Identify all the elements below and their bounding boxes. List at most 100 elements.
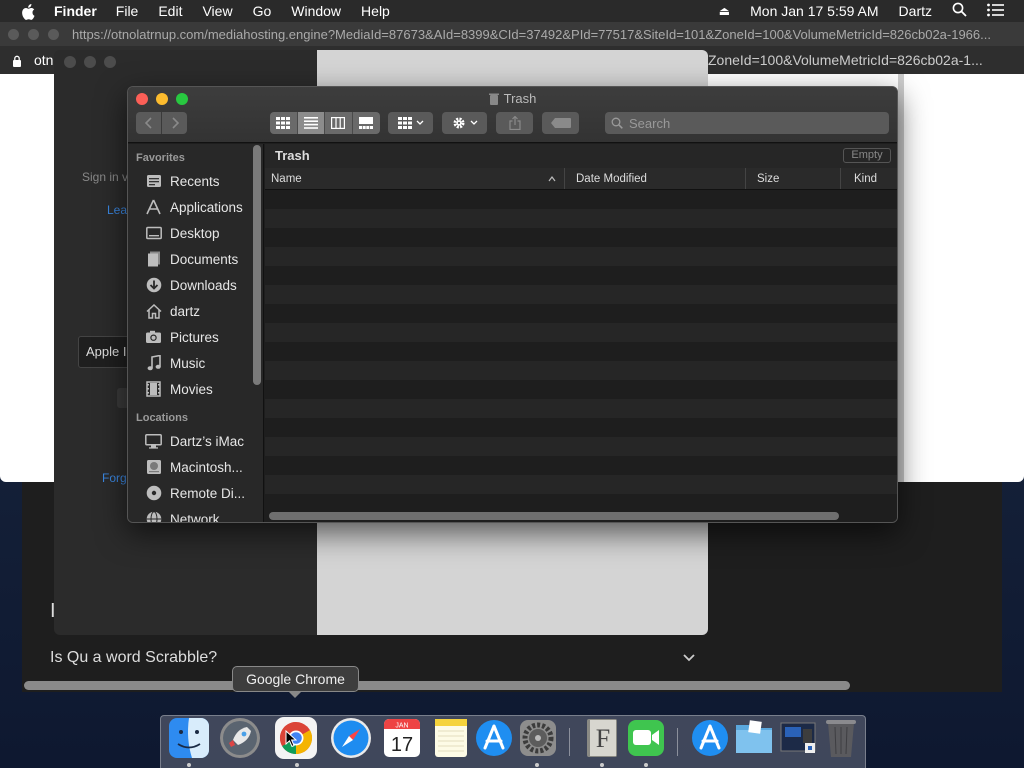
window-title: Trash <box>128 91 897 106</box>
sidebar-item-music[interactable]: Music <box>128 350 263 376</box>
dock-item-safari[interactable] <box>329 716 373 760</box>
back-button[interactable] <box>136 112 161 134</box>
empty-row <box>265 342 897 361</box>
tags-button[interactable] <box>542 112 579 134</box>
spotlight-search-icon[interactable] <box>952 2 967 20</box>
forgot-link[interactable]: Forg <box>102 471 127 485</box>
learn-more-link[interactable]: Lea <box>107 203 127 217</box>
safari-icon <box>331 718 371 758</box>
icon-view-button[interactable] <box>270 112 298 134</box>
downloads-icon <box>145 277 162 294</box>
sidebar-item-macintosh-hd[interactable]: Macintosh... <box>128 454 263 480</box>
dock-item-system-preferences[interactable] <box>516 716 560 760</box>
user-menu[interactable]: Dartz <box>899 3 932 19</box>
empty-row <box>265 323 897 342</box>
eject-icon[interactable]: ⏏ <box>719 4 730 18</box>
sidebar-item-label: Recents <box>170 173 220 189</box>
empty-row <box>265 437 897 456</box>
column-name-header[interactable]: Name <box>265 168 565 189</box>
action-menu-button[interactable] <box>442 112 487 134</box>
dock-item-finder[interactable] <box>167 716 211 760</box>
column-headers: Name Date Modified Size Kind <box>265 168 897 190</box>
sidebar-item-label: Remote Di... <box>170 485 246 501</box>
forward-button[interactable] <box>162 112 187 134</box>
search-placeholder: Search <box>629 115 671 131</box>
file-list-horizontal-scrollbar[interactable] <box>269 512 839 520</box>
notification-center-icon[interactable] <box>987 3 1004 20</box>
menu-app-name[interactable]: Finder <box>54 3 97 19</box>
dock-item-trash[interactable] <box>819 716 863 760</box>
browser-url-text[interactable]: https://otnolatrnup.com/mediahosting.eng… <box>72 27 991 42</box>
apple-menu-icon[interactable] <box>21 4 35 20</box>
dock-item-applications-folder[interactable] <box>688 716 732 760</box>
dock-item-documents-folder[interactable] <box>732 716 776 760</box>
sidebar-item-network[interactable]: Network <box>128 506 263 522</box>
sidebar-item-movies[interactable]: Movies <box>128 376 263 402</box>
dock-item-launchpad[interactable] <box>218 716 262 760</box>
font-book-letter: F <box>596 724 610 753</box>
sidebar-item-home[interactable]: dartz <box>128 298 263 324</box>
mouse-pointer-icon <box>285 729 298 753</box>
menu-window[interactable]: Window <box>291 3 341 19</box>
empty-row <box>265 247 897 266</box>
trash-title-icon <box>488 93 499 105</box>
sidebar-item-label: Applications <box>170 199 243 215</box>
sidebar-item-documents[interactable]: Documents <box>128 246 263 272</box>
dock-item-screenshots[interactable] <box>776 716 820 760</box>
empty-trash-button[interactable]: Empty <box>843 148 891 163</box>
search-field[interactable]: Search <box>605 112 889 134</box>
menu-edit[interactable]: Edit <box>158 3 182 19</box>
sidebar-item-label: Dartz’s iMac <box>170 433 245 449</box>
page-horizontal-scrollbar[interactable] <box>24 681 850 690</box>
column-kind-header[interactable]: Kind <box>841 168 897 189</box>
empty-row <box>265 380 897 399</box>
sidebar-item-label: Pictures <box>170 329 219 345</box>
dock-item-font-book[interactable]: F <box>580 716 624 760</box>
movies-icon <box>145 381 162 398</box>
empty-row <box>265 456 897 475</box>
dock-item-calendar[interactable]: JAN 17 <box>380 716 424 760</box>
chevron-down-icon[interactable] <box>682 650 696 664</box>
menu-go[interactable]: Go <box>253 3 272 19</box>
menu-view[interactable]: View <box>202 3 232 19</box>
sort-ascending-icon <box>548 174 556 182</box>
signin-zoom-button[interactable] <box>104 56 116 68</box>
clock[interactable]: Mon Jan 17 5:59 AM <box>750 3 878 19</box>
signin-minimize-button[interactable] <box>84 56 96 68</box>
gallery-view-button[interactable] <box>353 112 381 134</box>
faq-question[interactable]: Is Qu a word Scrabble? <box>50 649 217 667</box>
browser-zoom-button[interactable] <box>48 28 59 40</box>
browser-tab-label[interactable]: otn <box>34 52 53 68</box>
empty-row <box>265 494 897 513</box>
screenshot-stack-icon <box>780 722 816 753</box>
column-view-button[interactable] <box>325 112 353 134</box>
share-button[interactable] <box>496 112 533 134</box>
group-by-button[interactable] <box>388 112 433 134</box>
dock-item-facetime[interactable] <box>624 716 668 760</box>
empty-row <box>265 475 897 494</box>
sidebar-item-recents[interactable]: Recents <box>128 168 263 194</box>
column-size-header[interactable]: Size <box>746 168 841 189</box>
sidebar-item-downloads[interactable]: Downloads <box>128 272 263 298</box>
sidebar-item-remote-disc[interactable]: Remote Di... <box>128 480 263 506</box>
gallery-icon <box>359 117 374 129</box>
sidebar-item-imac[interactable]: Dartz’s iMac <box>128 428 263 454</box>
column-kind-label: Kind <box>854 172 878 185</box>
menu-file[interactable]: File <box>116 3 139 19</box>
calendar-month: JAN <box>395 723 408 730</box>
list-view-button[interactable] <box>297 112 325 134</box>
sidebar-scrollbar[interactable] <box>253 145 261 385</box>
column-date-header[interactable]: Date Modified <box>565 168 746 189</box>
signin-close-button[interactable] <box>64 56 76 68</box>
browser-title-bar: https://otnolatrnup.com/mediahosting.eng… <box>0 22 1024 46</box>
list-icon <box>303 117 318 129</box>
browser-minimize-button[interactable] <box>28 28 39 40</box>
sidebar-item-applications[interactable]: Applications <box>128 194 263 220</box>
dock-item-notes[interactable] <box>429 716 473 760</box>
browser-close-button[interactable] <box>8 28 19 40</box>
sidebar-item-desktop[interactable]: Desktop <box>128 220 263 246</box>
dock-item-app-store[interactable] <box>472 716 516 760</box>
sidebar-item-pictures[interactable]: Pictures <box>128 324 263 350</box>
path-title: Trash <box>275 148 310 163</box>
menu-help[interactable]: Help <box>361 3 390 19</box>
